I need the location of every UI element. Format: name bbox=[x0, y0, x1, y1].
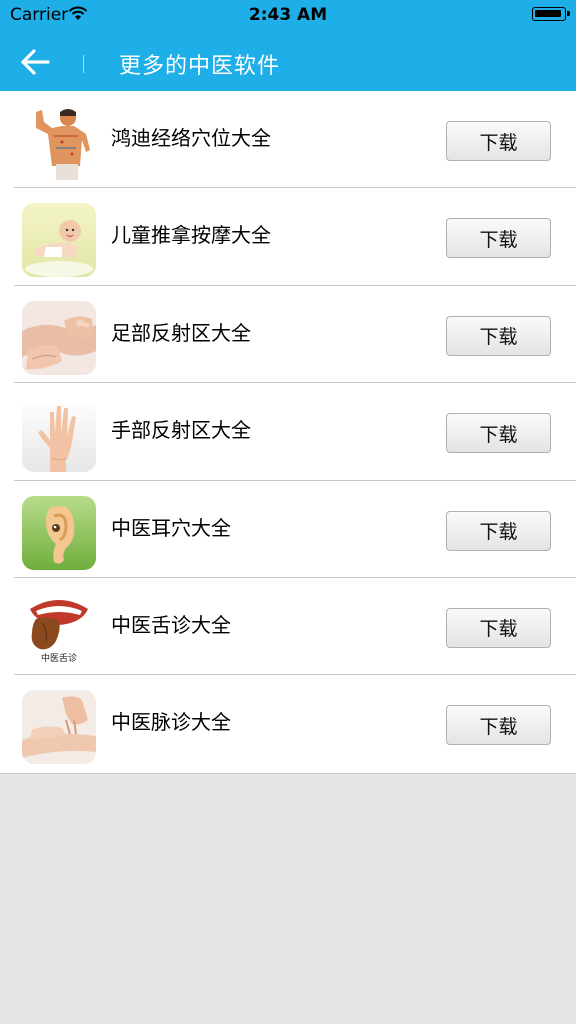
list-item: 中医脉诊大全 下载 bbox=[0, 675, 576, 772]
nav-divider bbox=[83, 55, 84, 73]
download-button[interactable]: 下载 bbox=[446, 510, 551, 551]
status-time: 2:43 AM bbox=[248, 5, 328, 25]
back-arrow-icon bbox=[21, 49, 50, 75]
app-name: 儿童推拿按摩大全 bbox=[111, 223, 271, 248]
list-item: 鸿迪经络穴位大全 下载 bbox=[0, 91, 576, 189]
tongue-icon-caption: 中医舌诊 bbox=[40, 653, 77, 664]
page-title: 更多的中医软件 bbox=[119, 54, 281, 79]
list-item: 中医舌诊 中医舌诊大全 下载 bbox=[0, 578, 576, 676]
download-button[interactable]: 下载 bbox=[446, 218, 551, 259]
app-name: 中医脉诊大全 bbox=[111, 710, 231, 735]
back-button[interactable] bbox=[14, 44, 56, 80]
nav-bar: 更多的中医软件 bbox=[0, 30, 576, 91]
list-item: 中医耳穴大全 下载 bbox=[0, 481, 576, 578]
list-item: 儿童推拿按摩大全 下载 bbox=[0, 188, 576, 286]
download-button[interactable]: 下载 bbox=[446, 121, 551, 161]
status-bar: Carrier 2:43 AM bbox=[0, 0, 576, 30]
download-button[interactable]: 下载 bbox=[446, 705, 551, 746]
header: Carrier 2:43 AM 更多的中医软件 bbox=[0, 0, 576, 91]
app-name: 手部反射区大全 bbox=[111, 418, 251, 443]
app-name: 中医舌诊大全 bbox=[111, 612, 231, 637]
baby-icon bbox=[22, 203, 96, 278]
meridian-figure-icon bbox=[22, 106, 96, 180]
app-name: 中医耳穴大全 bbox=[111, 515, 231, 540]
foot-massage-icon bbox=[22, 300, 96, 375]
download-button[interactable]: 下载 bbox=[446, 315, 551, 356]
ear-icon bbox=[22, 495, 96, 570]
battery-icon bbox=[532, 7, 570, 21]
list-item: 手部反射区大全 下载 bbox=[0, 383, 576, 481]
app-name: 鸿迪经络穴位大全 bbox=[111, 126, 271, 150]
tongue-icon: 中医舌诊 bbox=[22, 592, 96, 667]
app-name: 足部反射区大全 bbox=[111, 320, 251, 345]
download-button[interactable]: 下载 bbox=[446, 413, 551, 454]
pulse-diagnosis-icon bbox=[22, 690, 96, 765]
download-button[interactable]: 下载 bbox=[446, 607, 551, 648]
app-list: 鸿迪经络穴位大全 下载 儿童推拿按摩大全 下载 足部反射区大全 下载 手部反射区… bbox=[0, 91, 576, 774]
list-item: 足部反射区大全 下载 bbox=[0, 286, 576, 384]
hand-icon bbox=[22, 398, 96, 473]
